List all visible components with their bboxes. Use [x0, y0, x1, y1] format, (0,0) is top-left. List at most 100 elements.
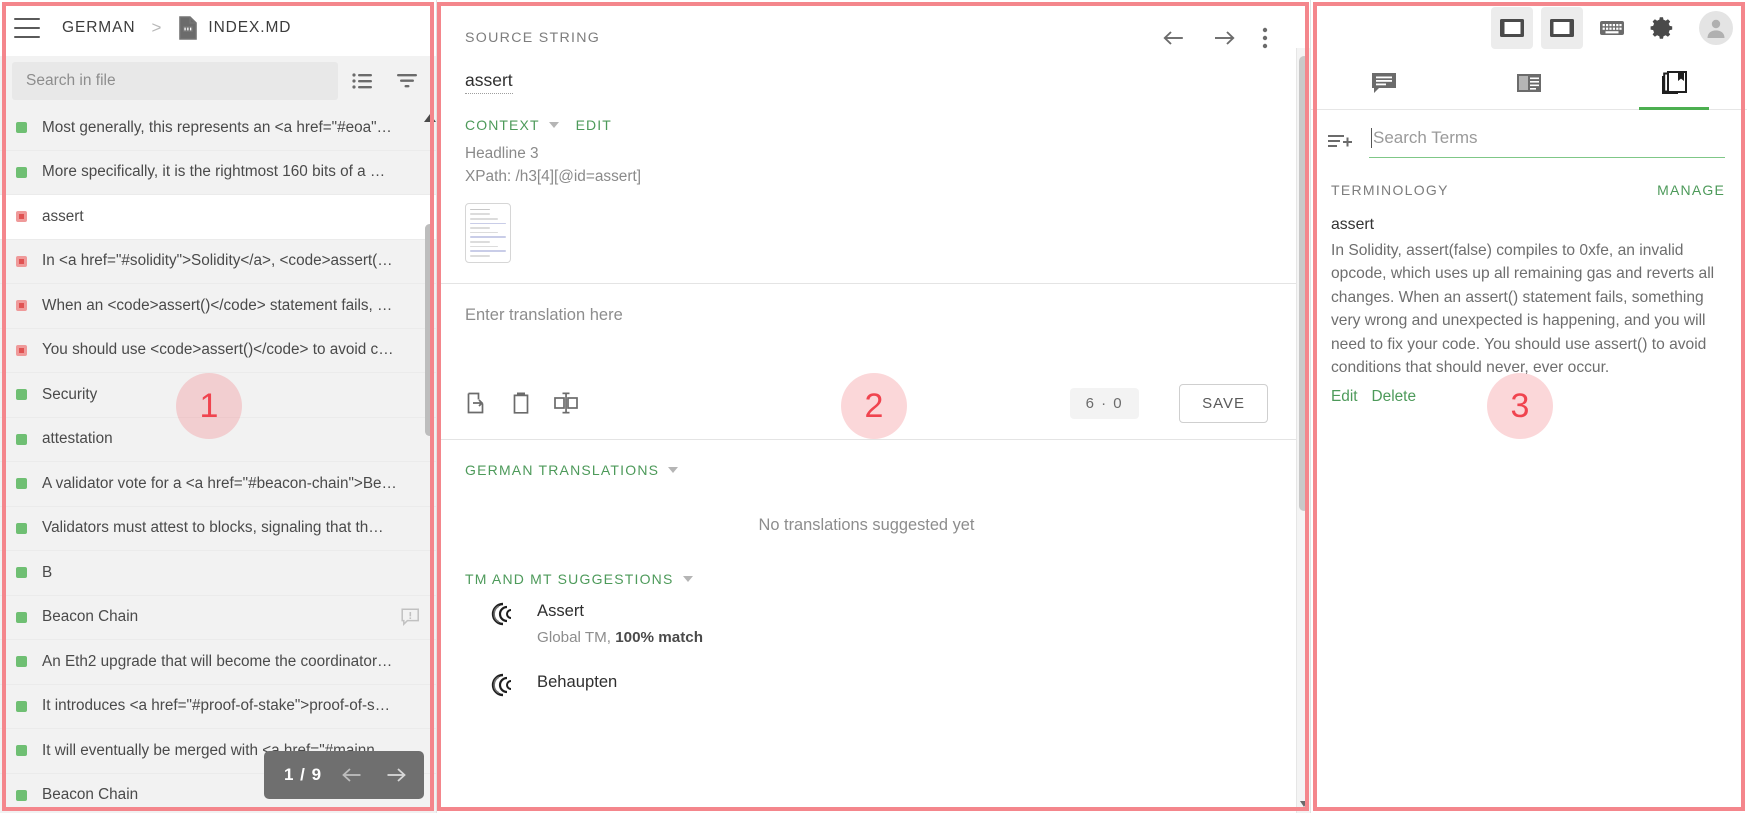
- list-item[interactable]: Assert Global TM, 100% match: [437, 587, 1296, 646]
- layout-right-panel-icon[interactable]: [1541, 7, 1583, 49]
- list-item-label: An Eth2 upgrade that will become the coo…: [42, 652, 393, 670]
- panel-tabs: [1311, 56, 1747, 110]
- character-counter: 6 · 0: [1069, 387, 1140, 419]
- tab-comments[interactable]: [1311, 56, 1456, 109]
- search-terms-input[interactable]: Search Terms: [1369, 124, 1725, 158]
- glossary-panel: Search Terms TERMINOLOGY MANAGE assert I…: [1310, 0, 1747, 813]
- layout-left-panel-icon[interactable]: [1491, 7, 1533, 49]
- context-edit-button[interactable]: EDIT: [576, 117, 612, 133]
- scrollbar-thumb[interactable]: [1299, 56, 1309, 511]
- status-dot: [16, 211, 27, 223]
- list-item-label: You should use <code>assert()</code> to …: [42, 341, 394, 359]
- status-dot: [16, 789, 27, 801]
- chevron-down-icon[interactable]: [682, 575, 693, 582]
- hamburger-icon[interactable]: [14, 18, 40, 38]
- copy-source-icon[interactable]: [465, 391, 489, 415]
- scroll-up-arrow-icon[interactable]: [424, 114, 436, 122]
- tab-glossary[interactable]: [1602, 56, 1747, 110]
- keyboard-icon[interactable]: [1591, 7, 1633, 49]
- translation-placeholder: Enter translation here: [465, 305, 623, 324]
- search-row: Search in file: [0, 56, 436, 106]
- insert-tag-icon[interactable]: [553, 391, 579, 415]
- terminology-entry: assert In Solidity, assert(false) compil…: [1311, 198, 1747, 406]
- status-dot: [16, 300, 27, 312]
- editor-panel: SOURCE STRING assert CONTEXT EDIT Headli…: [436, 0, 1310, 813]
- editor-toolbar: 6 · 0 SAVE: [437, 376, 1296, 439]
- scrollbar-thumb[interactable]: [425, 224, 434, 436]
- list-item[interactable]: An Eth2 upgrade that will become the coo…: [0, 640, 436, 685]
- add-term-icon[interactable]: [1327, 130, 1353, 152]
- list-item[interactable]: Behaupten: [437, 646, 1296, 698]
- list-item-label: When an <code>assert()</code> statement …: [42, 296, 393, 314]
- status-dot: [16, 433, 27, 445]
- suggestion-text: Assert: [537, 600, 585, 620]
- chevron-down-icon[interactable]: [668, 466, 679, 473]
- save-button[interactable]: SAVE: [1179, 383, 1268, 423]
- terminology-search-row: Search Terms: [1311, 110, 1747, 158]
- chevron-down-icon[interactable]: [548, 122, 559, 128]
- list-item-label: A validator vote for a <a href="#beacon-…: [42, 474, 397, 492]
- status-dot: [16, 745, 27, 757]
- german-translations-title: GERMAN TRANSLATIONS: [465, 461, 660, 478]
- comments-icon: [1370, 71, 1398, 95]
- suggestion-match: 100% match: [615, 628, 704, 646]
- search-terms-placeholder: Search Terms: [1373, 128, 1478, 147]
- pagination-control[interactable]: 1 / 9: [264, 751, 425, 799]
- list-item[interactable]: Beacon Chain: [0, 595, 436, 640]
- status-dot: [16, 389, 27, 401]
- list-item[interactable]: Most generally, this represents an <a hr…: [0, 106, 436, 151]
- filter-icon[interactable]: [388, 62, 426, 100]
- context-row: CONTEXT EDIT: [437, 91, 1296, 133]
- list-item[interactable]: In <a href="#solidity">Solidity</a>, <co…: [0, 239, 436, 284]
- status-dot: [16, 478, 27, 490]
- gear-icon[interactable]: [1641, 7, 1683, 49]
- breadcrumb-file[interactable]: INDEX.MD: [177, 16, 291, 40]
- list-item[interactable]: A validator vote for a <a href="#beacon-…: [0, 462, 436, 507]
- list-view-icon[interactable]: [344, 62, 382, 100]
- list-item[interactable]: More specifically, it is the rightmost 1…: [0, 150, 436, 195]
- search-input[interactable]: Search in file: [12, 62, 338, 100]
- comment-icon[interactable]: [401, 608, 420, 627]
- breadcrumb-project[interactable]: GERMAN: [62, 19, 135, 37]
- tm-engine-icon: [489, 672, 515, 698]
- trash-icon[interactable]: [511, 391, 531, 415]
- arrow-right-icon[interactable]: [382, 761, 410, 789]
- term-actions: Edit Delete: [1331, 379, 1721, 406]
- glossary-book-icon: [1660, 70, 1688, 96]
- more-vertical-icon[interactable]: [1262, 27, 1268, 49]
- markdown-file-icon: [177, 16, 199, 40]
- translation-input[interactable]: Enter translation here: [437, 284, 1296, 376]
- status-dot: [16, 611, 27, 623]
- list-item[interactable]: attestation: [0, 417, 436, 462]
- list-item[interactable]: It introduces <a href="#proof-of-stake">…: [0, 684, 436, 729]
- delete-term-button[interactable]: Delete: [1372, 388, 1417, 406]
- account-avatar-icon[interactable]: [1699, 11, 1733, 45]
- edit-term-button[interactable]: Edit: [1331, 388, 1358, 406]
- arrow-left-icon[interactable]: [1162, 28, 1186, 48]
- scroll-down-arrow-icon[interactable]: [1300, 801, 1308, 807]
- list-item-selected[interactable]: assert: [0, 195, 436, 240]
- suggestion-content: Assert Global TM, 100% match: [537, 601, 703, 646]
- list-item[interactable]: Security: [0, 373, 436, 418]
- arrow-right-icon[interactable]: [1212, 28, 1236, 48]
- list-item[interactable]: Validators must attest to blocks, signal…: [0, 506, 436, 551]
- editor-body: SOURCE STRING assert CONTEXT EDIT Headli…: [437, 0, 1310, 698]
- tab-reference[interactable]: [1456, 56, 1601, 109]
- editor-scrollbar[interactable]: [1296, 48, 1310, 813]
- list-item[interactable]: When an <code>assert()</code> statement …: [0, 284, 436, 329]
- terminology-header: TERMINOLOGY MANAGE: [1311, 158, 1747, 198]
- manage-terminology-button[interactable]: MANAGE: [1657, 182, 1725, 198]
- suggestion-source: Global TM, 100% match: [537, 629, 703, 646]
- source-header: SOURCE STRING: [437, 0, 1296, 56]
- terminology-title: TERMINOLOGY: [1331, 182, 1449, 198]
- list-item-label: Security: [42, 385, 98, 403]
- arrow-left-icon[interactable]: [338, 761, 366, 789]
- source-string-text[interactable]: assert: [437, 56, 1296, 94]
- page-preview-thumbnail[interactable]: [465, 202, 511, 263]
- list-item[interactable]: B: [0, 551, 436, 596]
- context-toggle[interactable]: CONTEXT: [465, 117, 540, 133]
- list-item[interactable]: You should use <code>assert()</code> to …: [0, 328, 436, 373]
- list-scrollbar[interactable]: [424, 106, 436, 813]
- string-list[interactable]: Most generally, this represents an <a hr…: [0, 106, 436, 813]
- term-definition: In Solidity, assert(false) compiles to 0…: [1331, 242, 1715, 376]
